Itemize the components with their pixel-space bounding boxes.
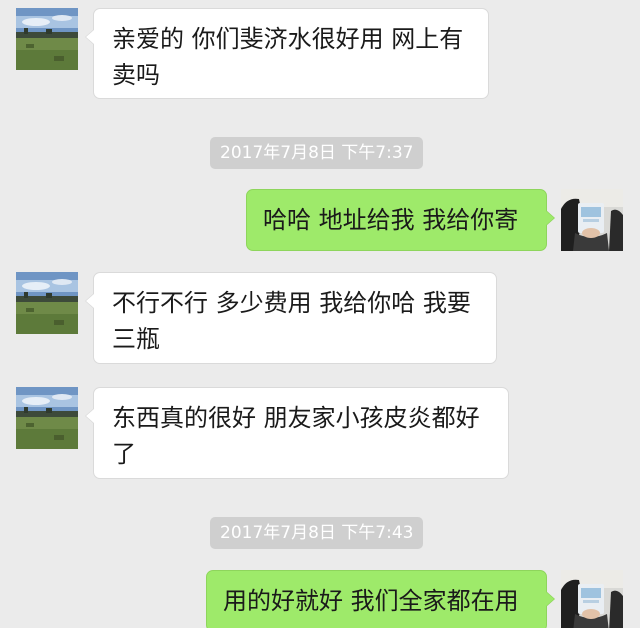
contact-avatar[interactable] [16,8,78,70]
self-avatar[interactable] [561,189,623,251]
timestamp-badge: 2017年7月8日 下午7:43 [210,517,424,549]
timestamp-text: 2017年7月8日 下午7:43 [220,523,414,543]
timestamp-badge: 2017年7月8日 下午7:37 [210,137,424,169]
message-text: 哈哈 地址给我 我给你寄 [263,206,519,234]
chat-window: 亲爱的 你们斐济水很好用 网上有卖吗 2017年7月8日 下午7:37 哈哈 地… [0,0,640,628]
timestamp-text: 2017年7月8日 下午7:37 [220,143,414,163]
contact-avatar[interactable] [16,387,78,449]
message-bubble-incoming[interactable]: 东西真的很好 朋友家小孩皮炎都好了 [85,387,509,479]
message-text: 不行不行 多少费用 我给你哈 我要三瓶 [112,289,471,353]
person-photo-avatar-icon [561,570,623,628]
contact-avatar[interactable] [16,272,78,334]
message-bubble-outgoing[interactable]: 用的好就好 我们全家都在用 [206,570,555,628]
message-text: 用的好就好 我们全家都在用 [223,587,519,615]
message-bubble-incoming[interactable]: 亲爱的 你们斐济水很好用 网上有卖吗 [85,8,489,99]
self-avatar[interactable] [561,570,623,628]
message-text: 东西真的很好 朋友家小孩皮炎都好了 [112,404,480,468]
message-bubble-outgoing[interactable]: 哈哈 地址给我 我给你寄 [246,189,555,251]
message-bubble-incoming[interactable]: 不行不行 多少费用 我给你哈 我要三瓶 [85,272,497,364]
landscape-avatar-icon [16,8,78,70]
landscape-avatar-icon [16,272,78,334]
message-text: 亲爱的 你们斐济水很好用 网上有卖吗 [112,25,464,89]
landscape-avatar-icon [16,387,78,449]
person-photo-avatar-icon [561,189,623,251]
